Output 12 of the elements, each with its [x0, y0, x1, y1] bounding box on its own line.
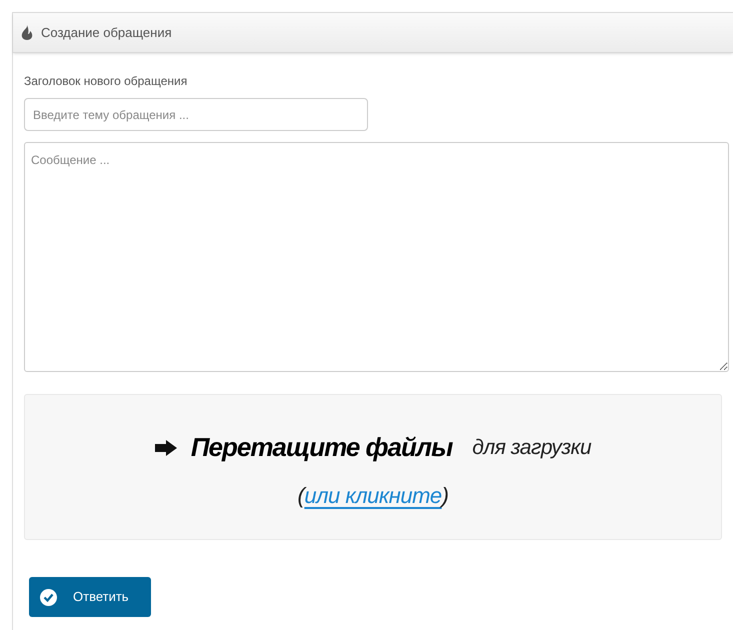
dropzone-subtitle: для загрузки: [472, 434, 592, 461]
arrow-icon: [154, 440, 177, 456]
message-textarea[interactable]: Сообщение ...: [24, 142, 729, 372]
dropzone-title: Перетащите файлы: [190, 431, 452, 464]
check-circle-icon: [40, 588, 57, 606]
subject-input[interactable]: Введите тему обращения ...: [24, 98, 368, 131]
click-hint: (или кликните): [298, 482, 448, 510]
flame-icon: [21, 25, 33, 40]
submit-button[interactable]: Ответить: [29, 577, 151, 617]
field-label: Заголовок нового обращения: [24, 73, 188, 90]
panel-title: Создание обращения: [41, 24, 172, 42]
file-dropzone[interactable]: Перетащите файлы для загрузки (или кликните): [24, 394, 722, 540]
